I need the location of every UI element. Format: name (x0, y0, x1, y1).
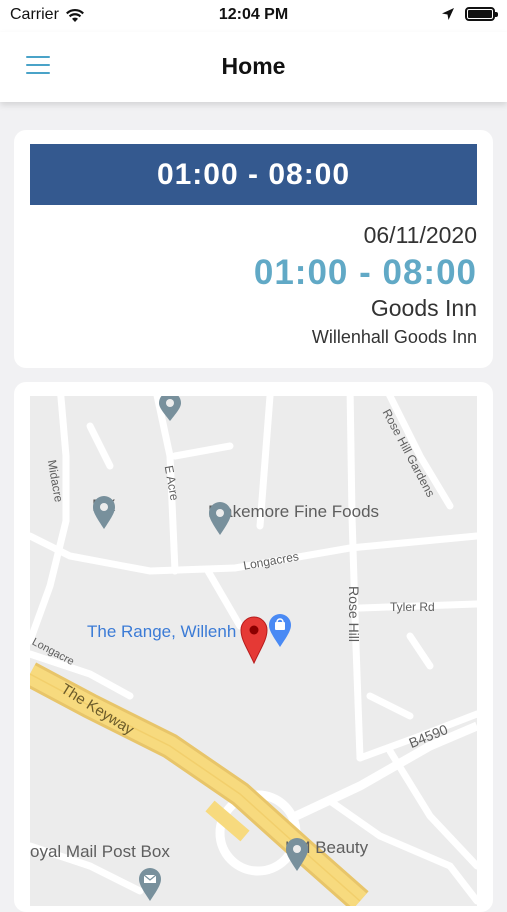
shift-time: 01:00 - 08:00 (253, 253, 477, 292)
poi-label-royal-mail: oyal Mail Post Box (30, 842, 170, 861)
battery-icon (465, 7, 498, 21)
poi-the-range[interactable]: The Range, Willenh (87, 622, 236, 642)
shift-banner: 01:00 - 08:00 (30, 144, 477, 205)
page-title: Home (221, 53, 286, 79)
poi-royal-mail[interactable]: oyal Mail Post Box (30, 842, 170, 862)
shift-card[interactable]: 01:00 - 08:00 06/11/2020 01:00 - 08:00 G… (14, 130, 493, 368)
shift-site: Willenhall Goods Inn (311, 327, 477, 347)
shopping-bag-icon (269, 614, 291, 647)
map-marker-icon (209, 502, 231, 535)
nav-bar: Home (0, 32, 507, 102)
status-right (441, 7, 498, 21)
poi-blakemore[interactable]: Blakemore Fine Foods (208, 502, 380, 535)
location-pin-icon (240, 616, 268, 664)
map-card: Midacre E Acre Rose Hill Gardens Longacr… (14, 382, 493, 912)
street-label-rose-hill: Rose Hill (346, 585, 363, 643)
map-marker-icon (286, 838, 308, 871)
shift-date: 06/11/2020 (363, 222, 477, 248)
location-arrow-icon (442, 8, 454, 20)
map-marker-icon (93, 496, 115, 529)
map-marker-icon (159, 396, 181, 421)
mail-icon (139, 868, 161, 901)
poi-label-the-range: The Range, Willenh (87, 622, 237, 641)
poi-dx[interactable]: DX (92, 496, 116, 529)
status-time: 12:04 PM (218, 6, 289, 23)
poi-label-blakemore: Blakemore Fine Foods (208, 502, 380, 521)
poi-km-beauty[interactable]: KM Beauty (285, 838, 368, 871)
status-bar: Carrier 12:04 PM (0, 0, 507, 32)
street-label-tyler-rd: Tyler Rd (390, 600, 435, 614)
shift-location: Goods Inn (370, 295, 477, 321)
map-view[interactable]: Midacre E Acre Rose Hill Gardens Longacr… (30, 396, 477, 906)
